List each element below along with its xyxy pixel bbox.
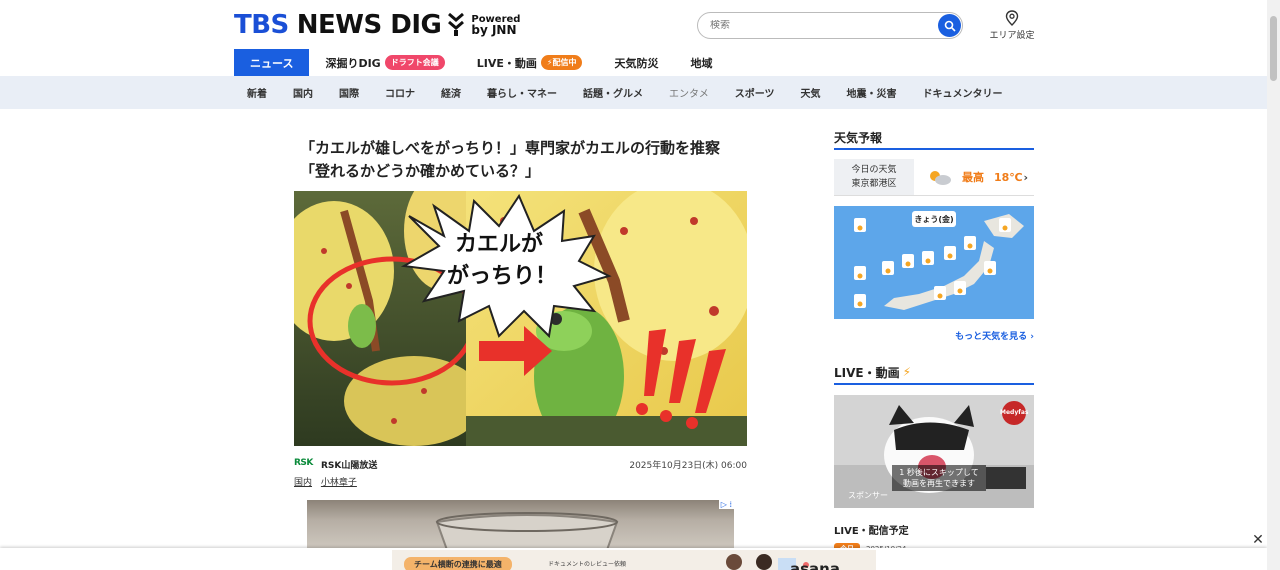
ad-cta-button[interactable]: チーム横断の連携に最適	[404, 557, 512, 570]
search-icon	[944, 20, 956, 32]
powered-line2: by JNN	[471, 23, 517, 37]
bolt-icon: ⚡	[902, 365, 912, 379]
article-headline: 「カエルが雄しべをがっちり！」専門家がカエルの行動を推察 「登れるかどうか確かめ…	[300, 137, 750, 183]
logo-tbs: TBS	[234, 10, 289, 40]
category-topics-gourmet[interactable]: 話題・グルメ	[570, 85, 656, 100]
ad-doc-label: ドキュメントのレビュー依頼	[548, 561, 627, 568]
search-button[interactable]	[938, 14, 961, 37]
live-section-title: LIVE・動画 ⚡	[834, 363, 1034, 381]
hero-caption-line1: カエルが	[455, 231, 543, 257]
page: TBS NEWS DIG Powered by JNN 検索 エリア設定 ニュー…	[0, 0, 1280, 570]
video-player[interactable]: 1 秒後にスキップして 動画を再生できます スポンサー Medyfas	[834, 395, 1034, 508]
draft-badge: ドラフト会議	[384, 55, 445, 70]
area-settings-button[interactable]: エリア設定	[988, 10, 1036, 41]
dig-arrow-icon	[448, 12, 465, 36]
live-title-label: LIVE・動画	[834, 365, 900, 380]
divider	[834, 383, 1034, 385]
weather-loc-line2: 東京都港区	[851, 179, 897, 189]
site-logo[interactable]: TBS NEWS DIG Powered by JNN	[234, 10, 520, 40]
category-life-money[interactable]: 暮らし・マネー	[474, 85, 570, 100]
category-weather[interactable]: 天気	[788, 85, 834, 100]
category-nav: 新着 国内 国際 コロナ 経済 暮らし・マネー 話題・グルメ エンタメ スポーツ…	[0, 76, 1267, 109]
ad-info-icon[interactable]: ▷ ⁞	[718, 500, 734, 509]
page-scrollbar[interactable]	[1267, 0, 1280, 570]
tag-domestic[interactable]: 国内	[294, 478, 312, 488]
nav-item-deep-dig[interactable]: 深掘りDIG ドラフト会議	[309, 49, 460, 76]
sidebar: 天気予報 今日の天気 東京都港区 最高 18℃ › きょう(金) もっと天気を見…	[834, 128, 1034, 555]
skip-ad-notice[interactable]: 1 秒後にスキップして 動画を再生できます	[892, 465, 986, 491]
search-box	[697, 12, 963, 39]
ad-glass-image	[435, 512, 619, 550]
frog-photo: カエルが がっちり！	[294, 191, 747, 446]
category-entertainment[interactable]: エンタメ	[656, 85, 722, 100]
category-documentary[interactable]: ドキュメンタリー	[910, 85, 1016, 100]
weather-high-label: 最高	[962, 171, 984, 184]
category-international[interactable]: 国際	[326, 85, 372, 100]
scrollbar-thumb[interactable]	[1270, 16, 1277, 81]
chevron-right-icon: ›	[1030, 332, 1034, 342]
bottom-ad-bar: チーム横断の連携に最適 ドキュメントのレビュー依頼	[0, 548, 1267, 570]
site-header: TBS NEWS DIG Powered by JNN 検索 エリア設定 ニュー…	[0, 0, 1267, 76]
weather-location: 今日の天気 東京都港区	[834, 159, 914, 195]
video-sponsor-label: スポンサー	[848, 491, 888, 500]
category-nav-items: 新着 国内 国際 コロナ 経済 暮らし・マネー 話題・グルメ エンタメ スポーツ…	[234, 76, 1016, 109]
chevron-right-icon: ›	[1023, 170, 1028, 184]
location-pin-icon	[1005, 10, 1019, 26]
skip-line2: 動画を再生できます	[903, 479, 975, 488]
category-earthquake-disaster[interactable]: 地震・災害	[834, 85, 910, 100]
weather-info: 最高 18℃ ›	[914, 159, 1034, 195]
logo-news-dig: NEWS DIG	[296, 10, 442, 40]
area-settings-label: エリア設定	[989, 31, 1035, 41]
article-byline: RSK RSK山陽放送 2025年10月23日(木) 06:00	[294, 458, 747, 472]
main-nav: ニュース 深掘りDIG ドラフト会議 LIVE・動画 ⚡配信中 天気防災 地域	[234, 49, 728, 76]
nav-item-region[interactable]: 地域	[674, 49, 728, 76]
map-day-label: きょう(金)	[914, 214, 953, 224]
live-badge-label: 配信中	[552, 58, 577, 67]
headline-line1: 「カエルが雄しべをがっちり！」専門家がカエルの行動を推察	[300, 139, 721, 157]
video-brand-logo: Medyfas	[1000, 409, 1029, 416]
weather-map[interactable]: きょう(金)	[834, 206, 1034, 319]
category-corona[interactable]: コロナ	[372, 85, 428, 100]
weather-section-title: 天気予報	[834, 130, 883, 145]
more-weather-label: もっと天気を見る	[955, 332, 1028, 342]
nav-item-label: LIVE・動画	[476, 56, 537, 70]
nav-item-label: 深掘りDIG	[325, 56, 381, 70]
hero-caption-line2: がっちり！	[447, 263, 557, 289]
category-domestic[interactable]: 国内	[280, 85, 326, 100]
nav-item-label: 天気防災	[614, 56, 659, 70]
live-badge: ⚡配信中	[540, 55, 583, 70]
category-latest[interactable]: 新着	[234, 85, 280, 100]
live-schedule-title: LIVE・配信予定	[834, 526, 909, 537]
asana-logo: asana	[790, 560, 840, 570]
search-input[interactable]	[710, 20, 930, 31]
article-source[interactable]: RSK山陽放送	[321, 458, 377, 471]
headline-line2: 「登れるかどうか確かめている？」	[300, 162, 541, 180]
divider	[834, 148, 1034, 150]
nav-item-weather-disaster[interactable]: 天気防災	[598, 49, 674, 76]
japan-map-image: きょう(金)	[834, 206, 1034, 319]
article-date: 2025年10月23日(木) 06:00	[629, 461, 747, 471]
weather-high-value: 18℃	[994, 170, 1023, 184]
category-sports[interactable]: スポーツ	[722, 85, 788, 100]
close-ad-icon[interactable]: ✕	[1250, 532, 1266, 548]
skip-line1: 1 秒後にスキップして	[899, 468, 979, 477]
tag-author[interactable]: 小林章子	[321, 478, 357, 488]
more-weather-link[interactable]: もっと天気を見る ›	[834, 329, 1034, 342]
rsk-logo: RSK	[294, 458, 313, 468]
article-tags: 国内 小林章子	[294, 475, 363, 488]
nav-item-label: 地域	[690, 56, 713, 70]
weather-loc-line1: 今日の天気	[851, 165, 897, 175]
nav-item-live-video[interactable]: LIVE・動画 ⚡配信中	[461, 49, 599, 76]
category-economy[interactable]: 経済	[428, 85, 474, 100]
nav-item-label: ニュース	[250, 56, 294, 70]
sun-cloud-icon	[930, 171, 951, 185]
powered-by: Powered by JNN	[471, 14, 520, 36]
nav-item-news[interactable]: ニュース	[234, 49, 310, 76]
inline-ad[interactable]: ▷ ⁞	[307, 500, 734, 550]
weather-summary[interactable]: 今日の天気 東京都港区 最高 18℃ ›	[834, 159, 1034, 196]
article-hero-image[interactable]: カエルが がっちり！	[294, 191, 747, 446]
